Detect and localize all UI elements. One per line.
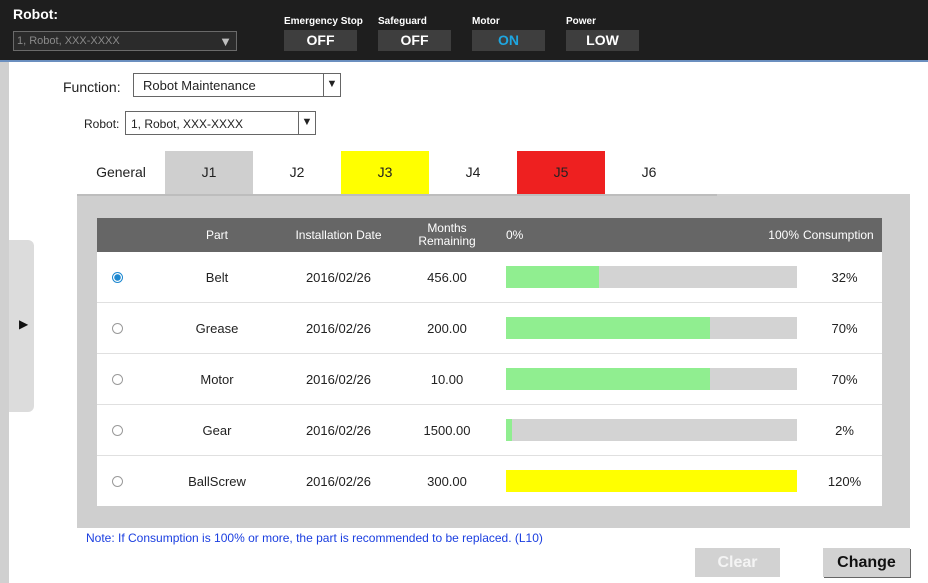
months-remaining: 10.00 — [430, 371, 464, 387]
tab-j1[interactable]: J1 — [165, 151, 253, 194]
status-label: Motor — [472, 16, 500, 27]
consumption-value: 70% — [831, 371, 858, 387]
emergency-stop-status: Emergency Stop OFF — [284, 16, 363, 51]
months-remaining: 456.00 — [427, 269, 467, 285]
table-row[interactable]: Grease 2016/02/26 200.00 70% — [97, 303, 882, 354]
part-name: BallScrew — [188, 473, 246, 489]
clear-button[interactable]: Clear — [695, 548, 780, 577]
months-remaining: 300.00 — [427, 473, 467, 489]
installation-date: 2016/02/26 — [305, 320, 372, 336]
status-value: LOW — [566, 30, 639, 51]
robot-header-label: Robot: — [13, 6, 59, 22]
months-remaining: 1500.00 — [423, 422, 471, 438]
row-radio[interactable] — [111, 373, 123, 385]
robot-dropdown[interactable]: 1, Robot, XXX-XXXX ▼ — [125, 111, 316, 135]
chevron-down-icon: ▼ — [298, 112, 315, 134]
drawer-toggle[interactable]: ▶ — [9, 240, 34, 412]
status-value: OFF — [378, 30, 451, 51]
status-label: Emergency Stop — [284, 16, 363, 27]
consumption-value: 70% — [831, 320, 858, 336]
months-remaining: 200.00 — [427, 320, 467, 336]
installation-date: 2016/02/26 — [305, 269, 372, 285]
replacement-note: Note: If Consumption is 100% or more, th… — [86, 531, 543, 545]
part-name: Belt — [205, 269, 229, 285]
function-label: Function: — [63, 79, 121, 95]
motor-status: Motor ON — [472, 16, 545, 51]
consumption-bar — [506, 368, 797, 390]
part-name: Gear — [202, 422, 232, 438]
consumption-bar — [506, 470, 797, 492]
tab-j4[interactable]: J4 — [429, 151, 517, 194]
consumption-bar-fill — [506, 266, 600, 288]
robot-value: 1, Robot, XXX-XXXX — [131, 117, 244, 131]
change-button[interactable]: Change — [823, 548, 910, 577]
consumption-bar-fill — [506, 419, 512, 441]
tab-j5[interactable]: J5 — [517, 151, 605, 194]
table-row[interactable]: BallScrew 2016/02/26 300.00 120% — [97, 456, 882, 506]
parts-table: Part Installation Date Months Remaining … — [97, 218, 882, 506]
consumption-bar-fill — [506, 317, 710, 339]
chevron-down-icon: ▼ — [323, 74, 340, 96]
status-label: Power — [566, 16, 597, 27]
consumption-bar-fill — [506, 470, 797, 492]
part-name: Motor — [200, 371, 234, 387]
row-radio[interactable] — [111, 322, 123, 334]
header-divider — [0, 60, 928, 62]
tab-underline — [77, 194, 717, 196]
consumption-bar — [506, 266, 797, 288]
tab-j6[interactable]: J6 — [605, 151, 693, 194]
function-value: Robot Maintenance — [143, 78, 256, 93]
top-status-bar: Robot: 1, Robot, XXX-XXXX ▼ Emergency St… — [0, 0, 928, 62]
robot-label: Robot: — [84, 117, 120, 131]
function-dropdown[interactable]: Robot Maintenance ▼ — [133, 73, 341, 97]
consumption-value: 32% — [831, 269, 858, 285]
installation-date: 2016/02/26 — [305, 473, 372, 489]
part-name: Grease — [195, 320, 239, 336]
header-consumption: Consumption — [803, 227, 874, 242]
header-bar-max: 100% — [768, 227, 799, 242]
status-value: ON — [472, 30, 545, 51]
consumption-value: 120% — [827, 473, 862, 489]
installation-date: 2016/02/26 — [305, 371, 372, 387]
row-radio[interactable] — [111, 424, 123, 436]
tab-j3[interactable]: J3 — [341, 151, 429, 194]
row-radio[interactable] — [111, 271, 123, 283]
status-label: Safeguard — [378, 16, 427, 27]
side-drawer-edge — [0, 62, 9, 583]
safeguard-status: Safeguard OFF — [378, 16, 451, 51]
header-months-line2: Remaining — [418, 234, 476, 248]
consumption-bar-fill — [506, 368, 710, 390]
consumption-value: 2% — [835, 422, 854, 438]
table-row[interactable]: Gear 2016/02/26 1500.00 2% — [97, 405, 882, 456]
header-months-remaining: Months Remaining — [402, 218, 492, 252]
tab-j2[interactable]: J2 — [253, 151, 341, 194]
table-header: Part Installation Date Months Remaining … — [97, 218, 882, 252]
installation-date: 2016/02/26 — [305, 422, 372, 438]
header-bar-min: 0% — [506, 227, 524, 242]
power-status: Power LOW — [566, 16, 639, 51]
header-installation-date: Installation Date — [295, 227, 382, 242]
row-radio[interactable] — [111, 475, 123, 487]
dropdown-arrow-icon: ▼ — [219, 34, 232, 49]
tab-general[interactable]: General — [77, 151, 165, 194]
consumption-bar — [506, 419, 797, 441]
expand-arrow-icon: ▶ — [19, 317, 29, 331]
status-value: OFF — [284, 30, 357, 51]
header-robot-dropdown[interactable]: 1, Robot, XXX-XXXX ▼ — [13, 31, 237, 51]
header-part: Part — [205, 227, 228, 242]
table-row[interactable]: Motor 2016/02/26 10.00 70% — [97, 354, 882, 405]
consumption-bar — [506, 317, 797, 339]
table-row[interactable]: Belt 2016/02/26 456.00 32% — [97, 252, 882, 303]
header-robot-value: 1, Robot, XXX-XXXX — [17, 35, 120, 47]
